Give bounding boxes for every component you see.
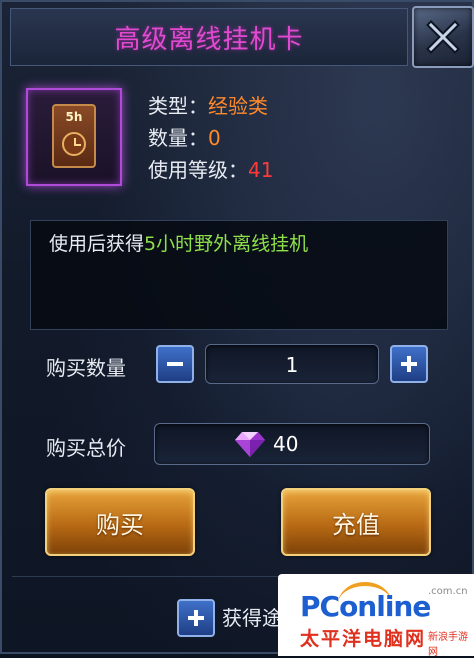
total-price-value: 40 xyxy=(273,432,299,456)
item-type-row: 类型：经验类 xyxy=(148,90,268,119)
buy-total-label: 购买总价 xyxy=(46,436,126,460)
quantity-field[interactable]: 1 xyxy=(205,344,379,384)
item-icon-label: 5h xyxy=(65,110,83,124)
increase-quantity-button[interactable] xyxy=(390,345,428,383)
plus-icon xyxy=(401,356,417,372)
item-description: 使用后获得5小时野外离线挂机 xyxy=(49,229,308,256)
item-level-row: 使用等级：41 xyxy=(148,154,273,183)
watermark-logo: PConline .com.cn 太平洋电脑网 新浪手游网 xyxy=(278,574,474,658)
buy-quantity-label: 购买数量 xyxy=(46,356,126,380)
acquire-way-label: 获得途 xyxy=(222,606,282,630)
plus-icon xyxy=(188,610,204,626)
recharge-button[interactable]: 充值 xyxy=(281,488,431,556)
type-label: 类型： xyxy=(148,94,208,118)
recharge-button-label: 充值 xyxy=(332,510,380,539)
level-value: 41 xyxy=(248,158,274,182)
expand-acquire-button[interactable] xyxy=(177,599,215,637)
title-bar: 高级离线挂机卡 xyxy=(10,8,408,66)
close-button[interactable] xyxy=(412,6,474,68)
description-box: 使用后获得5小时野外离线挂机 xyxy=(30,220,448,330)
type-value: 经验类 xyxy=(208,94,268,118)
purple-diamond-icon xyxy=(235,432,265,457)
decrease-quantity-button[interactable] xyxy=(156,345,194,383)
quantity-input-value: 1 xyxy=(285,353,299,377)
watermark-domain: .com.cn xyxy=(428,586,468,597)
offline-card-icon: 5h xyxy=(52,104,96,168)
buy-button[interactable]: 购买 xyxy=(45,488,195,556)
total-price-field: 40 xyxy=(154,423,430,465)
close-x-icon xyxy=(426,20,460,54)
dialog-title: 高级离线挂机卡 xyxy=(114,24,304,55)
buy-button-label: 购买 xyxy=(96,510,144,539)
item-purchase-dialog: 高级离线挂机卡 5h 类型：经验类 数量：0 使用等级：41 使用后获得5小时野… xyxy=(0,0,474,658)
clock-icon xyxy=(62,132,86,156)
minus-icon xyxy=(167,362,183,366)
watermark-brand: PConline xyxy=(300,590,431,623)
item-quantity-row: 数量：0 xyxy=(148,122,221,151)
quantity-value: 0 xyxy=(208,126,221,150)
item-icon-frame: 5h xyxy=(26,88,122,186)
description-highlight: 5小时野外离线挂机 xyxy=(144,233,309,255)
quantity-label: 数量： xyxy=(148,126,208,150)
watermark-cn-name: 太平洋电脑网 xyxy=(300,628,427,650)
description-prefix: 使用后获得 xyxy=(49,233,145,255)
level-label: 使用等级： xyxy=(148,158,248,182)
